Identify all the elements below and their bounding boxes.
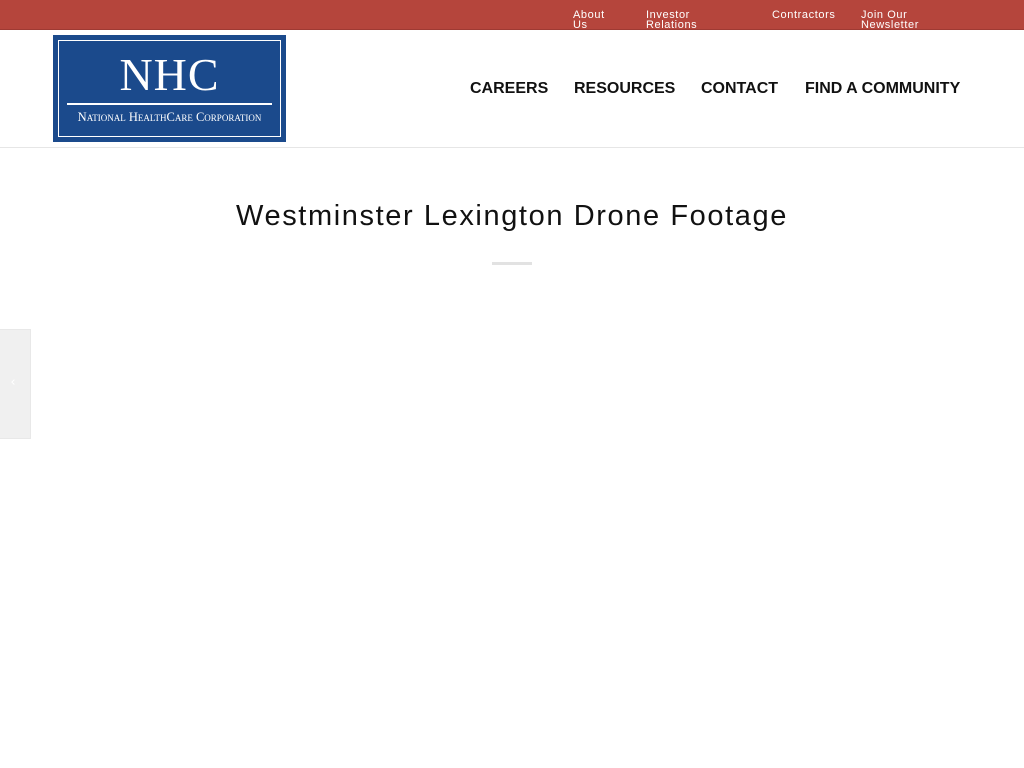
logo-divider bbox=[67, 103, 272, 105]
top-link-about-us[interactable]: About Us bbox=[573, 10, 623, 31]
site-header: NHC National HealthCare Corporation CARE… bbox=[0, 30, 1024, 148]
top-link-join-newsletter[interactable]: Join Our Newsletter bbox=[861, 10, 935, 31]
previous-post-button[interactable]: ‹ bbox=[0, 329, 31, 439]
nav-find-a-community[interactable]: FIND A COMMUNITY bbox=[805, 80, 960, 98]
logo-subtitle: National HealthCare Corporation bbox=[77, 110, 262, 124]
title-divider bbox=[492, 262, 532, 265]
top-link-contractors[interactable]: Contractors bbox=[772, 10, 852, 21]
nav-careers[interactable]: CAREERS bbox=[470, 80, 548, 98]
top-link-investor-relations[interactable]: Investor Relations bbox=[646, 10, 716, 31]
nhc-logo[interactable]: NHC National HealthCare Corporation bbox=[53, 35, 286, 142]
logo-border: NHC National HealthCare Corporation bbox=[58, 40, 281, 137]
logo-mark: NHC bbox=[119, 49, 220, 100]
utility-bar: About Us Investor Relations Contractors … bbox=[0, 0, 1024, 31]
chevron-left-icon: ‹ bbox=[10, 375, 16, 390]
page-title: Westminster Lexington Drone Footage bbox=[236, 200, 788, 232]
nav-resources[interactable]: RESOURCES bbox=[574, 80, 675, 98]
nav-contact[interactable]: CONTACT bbox=[701, 80, 778, 98]
